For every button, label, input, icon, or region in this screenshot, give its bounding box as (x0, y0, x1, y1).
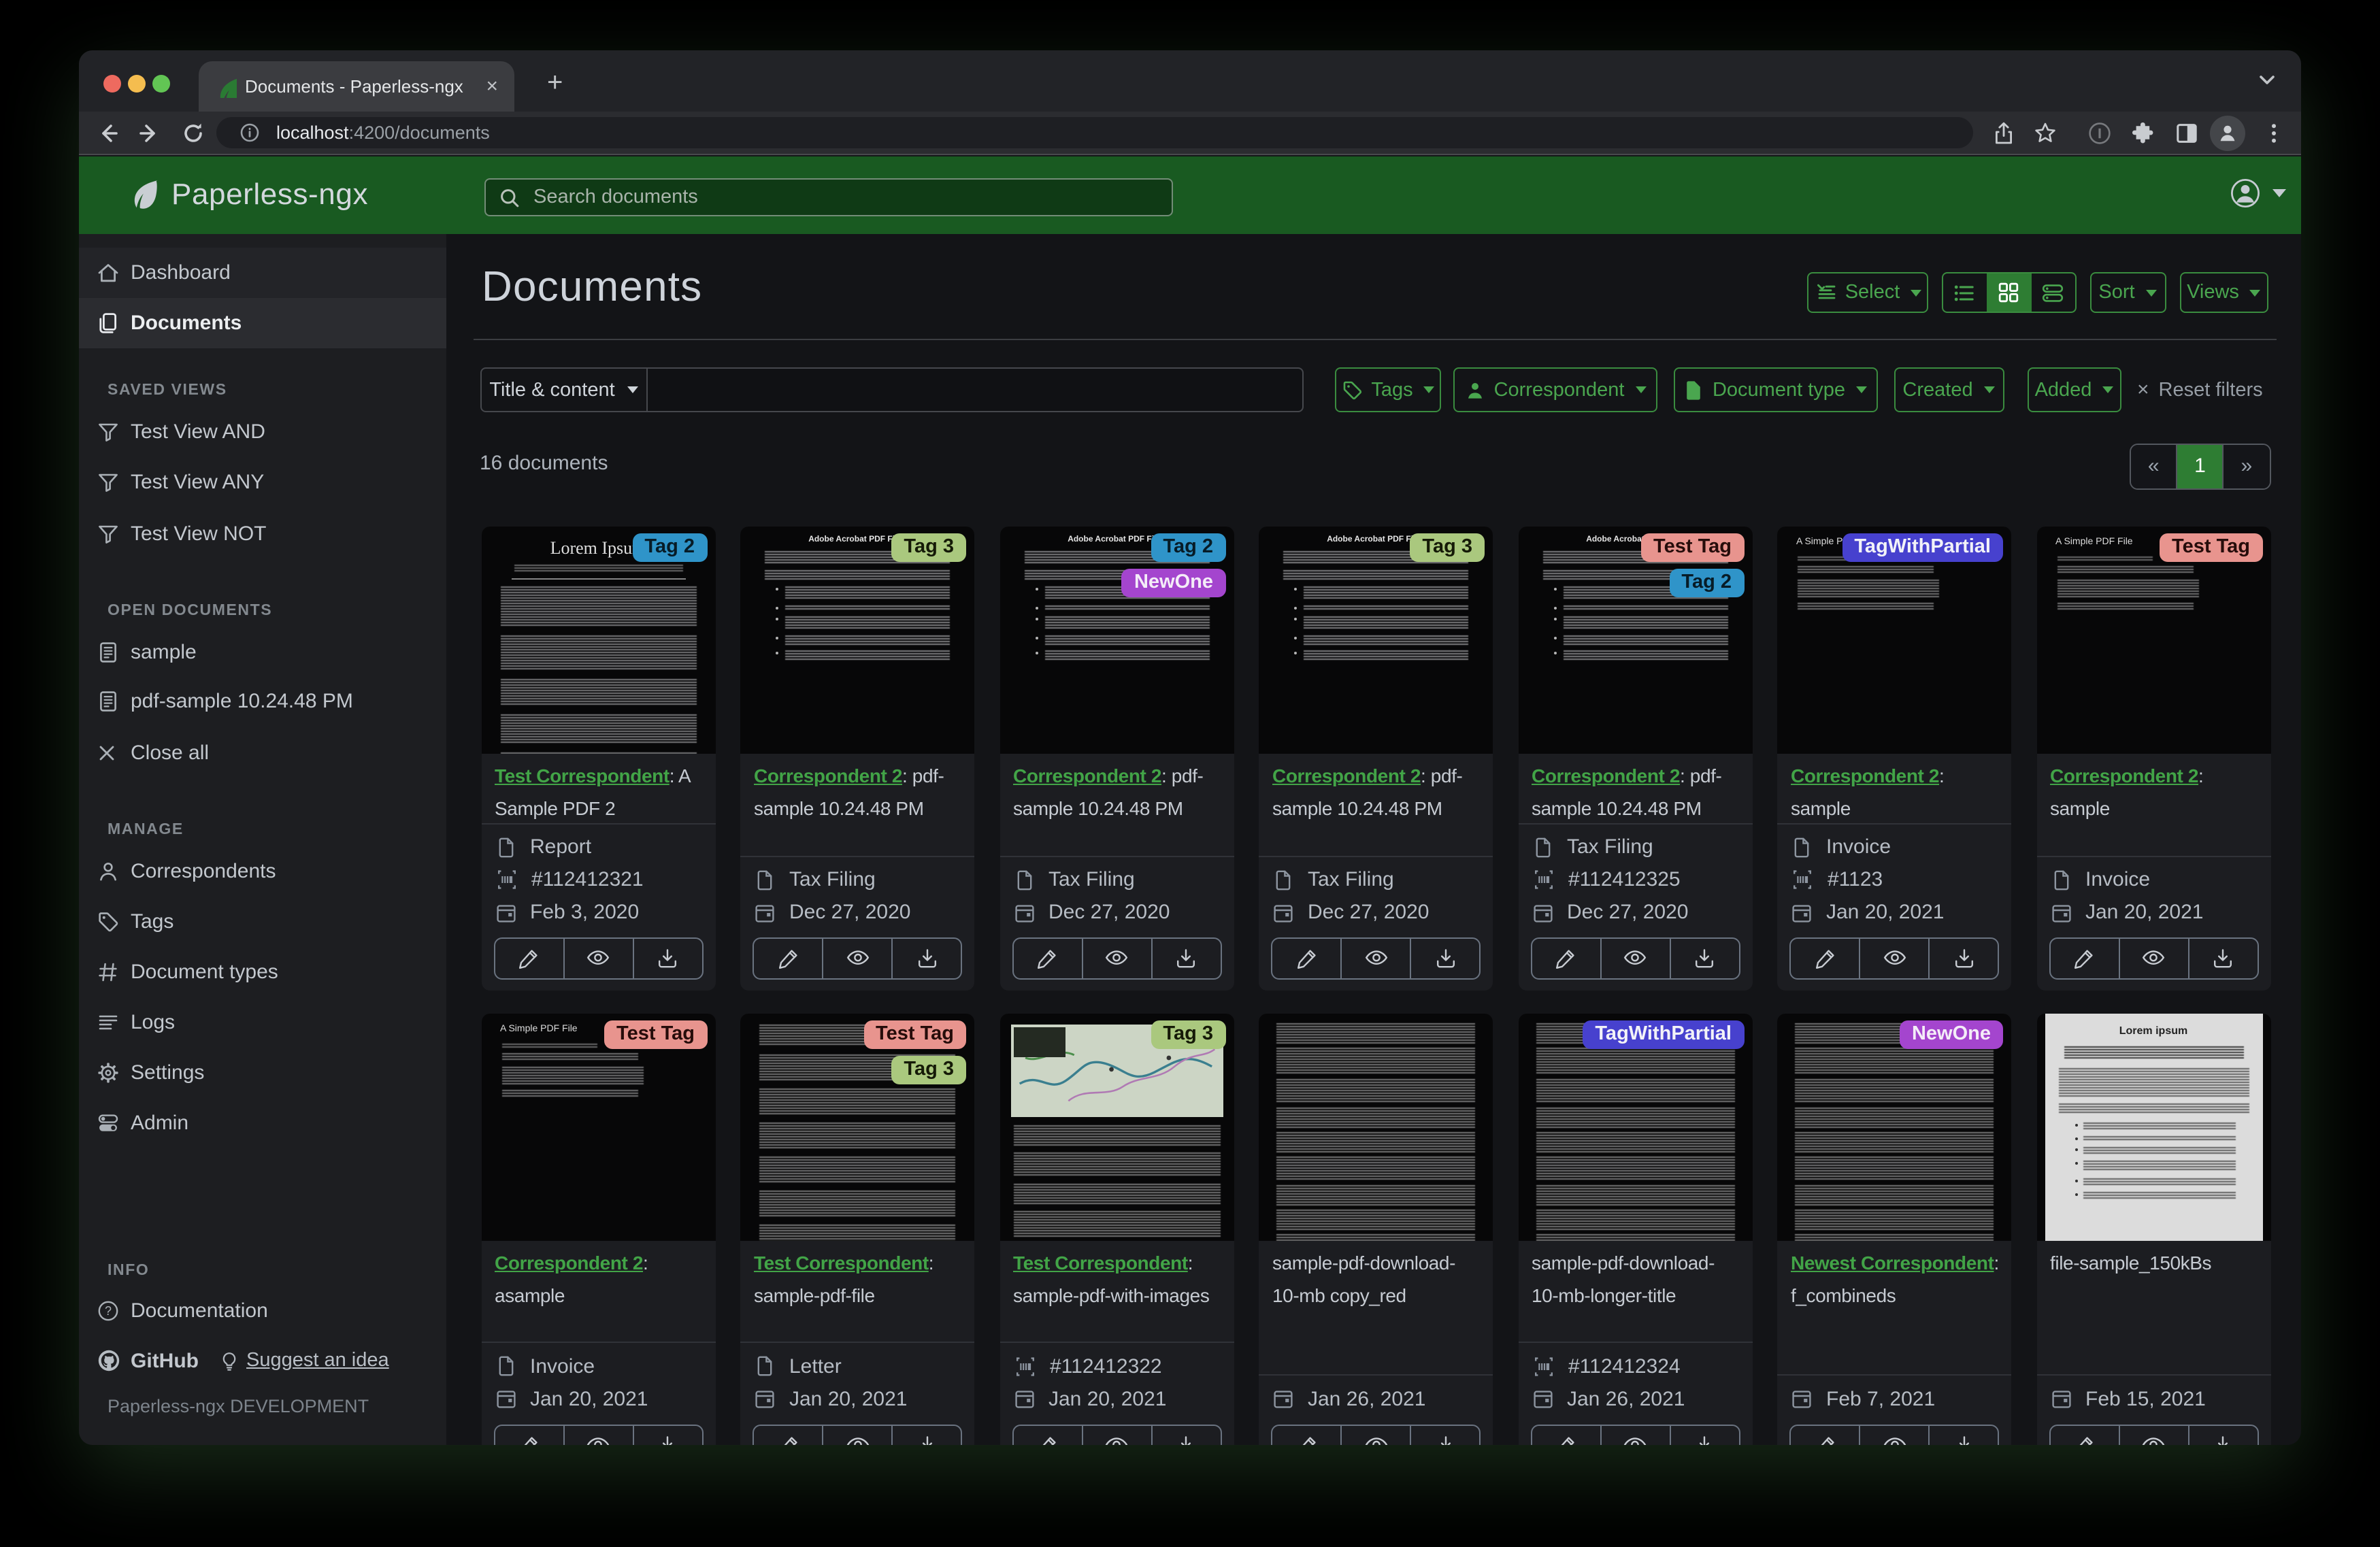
svg-text:?: ? (105, 1303, 112, 1317)
